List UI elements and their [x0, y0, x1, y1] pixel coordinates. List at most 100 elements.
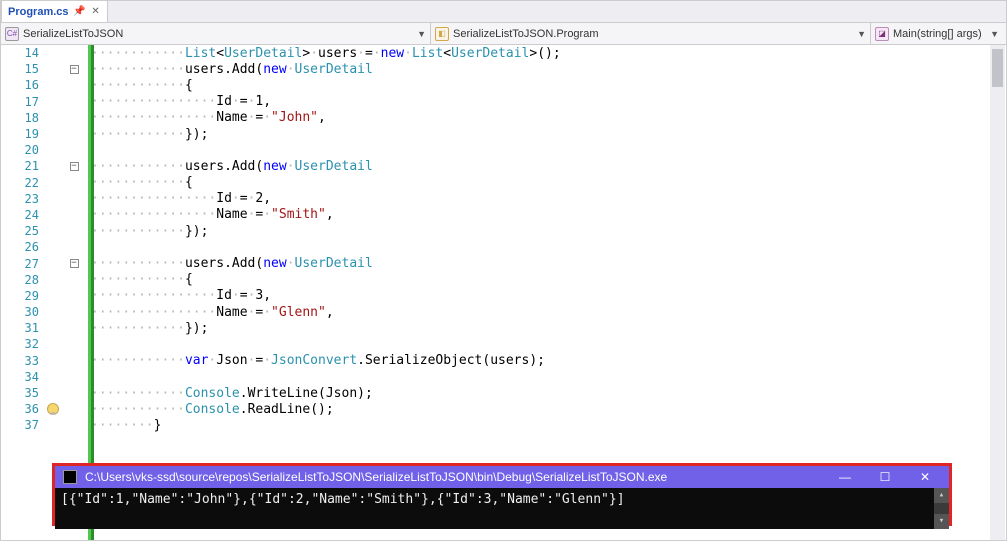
- console-path: C:\Users\vks-ssd\source\repos\SerializeL…: [85, 470, 821, 484]
- nav-class-label: SerializeListToJSON.Program: [453, 28, 599, 40]
- code-line[interactable]: 23 ················Id·=·2,: [1, 191, 1006, 207]
- code-text[interactable]: ············Console.ReadLine();: [87, 402, 334, 417]
- code-line[interactable]: 28············{: [1, 272, 1006, 288]
- code-line[interactable]: 16 ············{: [1, 77, 1006, 93]
- code-line[interactable]: 29 ················Id·=·3,: [1, 288, 1006, 304]
- fold-gutter[interactable]: −: [61, 65, 87, 74]
- line-number: 24: [1, 208, 45, 222]
- code-text[interactable]: ············users.Add(new·UserDetail: [87, 159, 373, 174]
- line-number: 23: [1, 192, 45, 206]
- console-output-text: [{"Id":1,"Name":"John"},{"Id":2,"Name":"…: [61, 492, 625, 507]
- code-text[interactable]: ············});: [87, 224, 208, 239]
- code-line[interactable]: 30 ················Name·=·"Glenn",: [1, 304, 1006, 320]
- code-text[interactable]: ············});: [87, 321, 208, 336]
- console-titlebar[interactable]: C:\Users\vks-ssd\source\repos\SerializeL…: [55, 466, 949, 488]
- close-icon[interactable]: ✕: [91, 7, 101, 17]
- nav-namespace[interactable]: C# SerializeListToJSON ▼: [1, 23, 431, 44]
- line-number: 20: [1, 143, 45, 157]
- minimize-button[interactable]: —: [829, 470, 861, 484]
- line-number: 33: [1, 354, 45, 368]
- code-line[interactable]: 36 ············Console.ReadLine();: [1, 401, 1006, 417]
- console-scrollbar[interactable]: ▴ ▾: [934, 488, 949, 529]
- code-text[interactable]: ················Id·=·3,: [87, 288, 271, 303]
- line-number: 34: [1, 370, 45, 384]
- line-number: 26: [1, 240, 45, 254]
- code-line[interactable]: 20: [1, 142, 1006, 158]
- line-number: 17: [1, 95, 45, 109]
- code-text[interactable]: ············});: [87, 127, 208, 142]
- vertical-scrollbar[interactable]: [990, 45, 1005, 540]
- maximize-button[interactable]: ☐: [869, 470, 901, 484]
- code-line[interactable]: 37 ········}: [1, 417, 1006, 433]
- code-line[interactable]: 35············Console.WriteLine(Json);: [1, 385, 1006, 401]
- code-line[interactable]: 27 −············users.Add(new·UserDetail: [1, 255, 1006, 271]
- nav-method[interactable]: ◪ Main(string[] args) ▼: [871, 23, 1003, 44]
- fold-toggle-icon[interactable]: −: [70, 65, 79, 74]
- code-text[interactable]: ············{: [87, 175, 193, 190]
- tab-bar: Program.cs 📌 ✕: [1, 1, 1006, 23]
- method-icon: ◪: [875, 27, 889, 41]
- tab-program-cs[interactable]: Program.cs 📌 ✕: [1, 0, 108, 22]
- line-number: 27: [1, 257, 45, 271]
- nav-class[interactable]: ◧ SerializeListToJSON.Program ▼: [431, 23, 871, 44]
- close-button[interactable]: ✕: [909, 470, 941, 484]
- code-text[interactable]: ············users.Add(new·UserDetail: [87, 62, 373, 77]
- class-icon: ◧: [435, 27, 449, 41]
- line-number: 37: [1, 418, 45, 432]
- code-line[interactable]: 15 −············users.Add(new·UserDetail: [1, 61, 1006, 77]
- code-text[interactable]: ················Id·=·2,: [87, 191, 271, 206]
- code-text[interactable]: ············users.Add(new·UserDetail: [87, 256, 373, 271]
- lightbulb-icon[interactable]: [47, 403, 59, 415]
- code-text[interactable]: ················Name·=·"Smith",: [87, 207, 334, 222]
- code-text[interactable]: ············List<UserDetail>·users·=·new…: [87, 46, 561, 61]
- line-number: 30: [1, 305, 45, 319]
- nav-method-label: Main(string[] args): [893, 28, 982, 40]
- code-text[interactable]: ················Id·=·1,: [87, 94, 271, 109]
- code-line[interactable]: 25············});: [1, 223, 1006, 239]
- line-number: 22: [1, 176, 45, 190]
- line-number: 21: [1, 159, 45, 173]
- line-number: 31: [1, 321, 45, 335]
- fold-toggle-icon[interactable]: −: [70, 162, 79, 171]
- code-text[interactable]: ················Name·=·"John",: [87, 110, 326, 125]
- code-line[interactable]: 22 ············{: [1, 175, 1006, 191]
- code-line[interactable]: 26: [1, 239, 1006, 255]
- code-lines[interactable]: 14 ············List<UserDetail>·users·=·n…: [1, 45, 1006, 434]
- code-line[interactable]: 31 ············});: [1, 320, 1006, 336]
- scroll-down-icon[interactable]: ▾: [934, 514, 949, 529]
- code-line[interactable]: 14 ············List<UserDetail>·users·=·n…: [1, 45, 1006, 61]
- code-text[interactable]: ········}: [87, 418, 161, 433]
- code-text[interactable]: ············{: [87, 272, 193, 287]
- line-number: 16: [1, 78, 45, 92]
- line-number: 14: [1, 46, 45, 60]
- tab-label: Program.cs: [8, 6, 69, 18]
- code-line[interactable]: 24 ················Name·=·"Smith",: [1, 207, 1006, 223]
- code-text[interactable]: ············{: [87, 78, 193, 93]
- code-line[interactable]: 32: [1, 336, 1006, 352]
- console-output[interactable]: [{"Id":1,"Name":"John"},{"Id":2,"Name":"…: [55, 488, 949, 529]
- line-number: 36: [1, 402, 45, 416]
- code-line[interactable]: 17 ················Id·=·1,: [1, 94, 1006, 110]
- chevron-down-icon: ▼: [990, 29, 999, 39]
- scroll-up-icon[interactable]: ▴: [934, 488, 949, 503]
- code-text[interactable]: ············Console.WriteLine(Json);: [87, 386, 373, 401]
- line-number: 29: [1, 289, 45, 303]
- code-text[interactable]: ············var·Json·=·JsonConvert.Seria…: [87, 353, 545, 368]
- nav-namespace-label: SerializeListToJSON: [23, 28, 123, 40]
- line-number: 18: [1, 111, 45, 125]
- line-number: 19: [1, 127, 45, 141]
- console-window: C:\Users\vks-ssd\source\repos\SerializeL…: [52, 463, 952, 526]
- line-number: 15: [1, 62, 45, 76]
- fold-gutter[interactable]: −: [61, 259, 87, 268]
- code-line[interactable]: 34: [1, 369, 1006, 385]
- code-line[interactable]: 21 −············users.Add(new·UserDetail: [1, 158, 1006, 174]
- pin-icon[interactable]: 📌: [75, 7, 85, 17]
- code-line[interactable]: 33 ············var·Json·=·JsonConvert.Ser…: [1, 353, 1006, 369]
- chevron-down-icon: ▼: [417, 29, 426, 39]
- code-line[interactable]: 18 ················Name·=·"John",: [1, 110, 1006, 126]
- code-text[interactable]: ················Name·=·"Glenn",: [87, 305, 334, 320]
- fold-gutter[interactable]: −: [61, 162, 87, 171]
- fold-toggle-icon[interactable]: −: [70, 259, 79, 268]
- scrollbar-thumb[interactable]: [992, 49, 1003, 87]
- code-line[interactable]: 19 ············});: [1, 126, 1006, 142]
